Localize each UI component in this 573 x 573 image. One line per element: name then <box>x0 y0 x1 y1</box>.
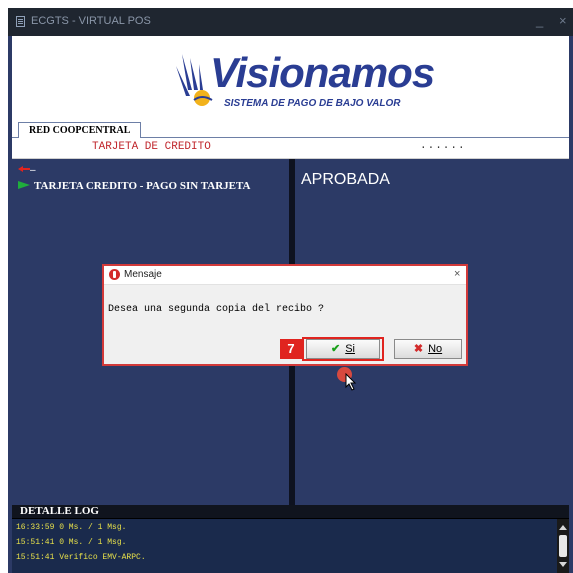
scroll-up-icon[interactable] <box>559 525 567 530</box>
dialog-message: Desea una segunda copia del recibo ? <box>108 304 325 315</box>
log-panel: 16:33:59 0 Ms. / 1 Msg. 15:51:41 0 Ms. /… <box>12 518 569 573</box>
red-arrow-icon <box>18 166 30 172</box>
no-button[interactable]: ✖ No <box>394 339 462 359</box>
message-dialog: Mensaje × Desea una segunda copia del re… <box>102 264 468 366</box>
dialog-title: Mensaje <box>124 269 162 280</box>
tab-red-coopcentral[interactable]: RED COOPCENTRAL <box>18 122 142 138</box>
x-icon: ✖ <box>413 343 424 355</box>
step-number-badge: 7 <box>280 339 302 359</box>
alert-hand-icon <box>109 269 120 280</box>
approval-status: APROBADA <box>301 171 390 188</box>
log-scrollbar[interactable] <box>557 519 569 573</box>
scroll-thumb[interactable] <box>559 535 567 557</box>
log-line: 15:51:41 0 Ms. / 1 Msg. <box>16 538 127 547</box>
yes-button[interactable]: ✔ Si <box>306 339 380 359</box>
log-header-label: DETALLE LOG <box>20 505 99 517</box>
dialog-close-button[interactable]: × <box>454 268 460 280</box>
green-flag-icon <box>18 181 30 189</box>
status-dots: ...... <box>420 140 466 152</box>
yes-button-label: Si <box>345 343 355 355</box>
tab-strip: RED COOPCENTRAL <box>12 120 569 138</box>
logo-wordmark: Visionamos <box>210 49 435 96</box>
scroll-down-icon[interactable] <box>559 562 567 567</box>
log-line: 15:51:41 Verifico EMV-ARPC. <box>16 553 146 562</box>
mouse-cursor-icon <box>345 373 357 391</box>
logo-subtitle: SISTEMA DE PAGO DE BAJO VALOR <box>224 98 401 109</box>
transaction-row-label: TARJETA CREDITO - PAGO SIN TARJETA <box>34 180 251 192</box>
log-header: DETALLE LOG <box>12 505 569 518</box>
transaction-status-bar: TARJETA DE CREDITO ...... <box>12 138 569 159</box>
transaction-row-placeholder: – <box>30 165 36 176</box>
log-line: 16:33:59 0 Ms. / 1 Msg. <box>16 523 127 532</box>
no-button-label: No <box>428 343 443 355</box>
minimize-button[interactable]: _ <box>536 13 543 28</box>
app-window: ECGTS - VIRTUAL POS _ × Visionamos SISTE… <box>8 8 573 573</box>
yes-button-highlight: ✔ Si <box>302 337 384 361</box>
close-window-button[interactable]: × <box>559 13 567 28</box>
checkmark-icon: ✔ <box>331 343 341 355</box>
window-titlebar: ECGTS - VIRTUAL POS _ × <box>8 8 573 36</box>
brand-banner: Visionamos SISTEMA DE PAGO DE BAJO VALOR <box>12 36 569 121</box>
dialog-titlebar: Mensaje × <box>104 266 466 285</box>
transaction-type-label: TARJETA DE CREDITO <box>92 141 211 153</box>
app-icon <box>16 16 25 27</box>
window-title: ECGTS - VIRTUAL POS <box>31 15 151 27</box>
